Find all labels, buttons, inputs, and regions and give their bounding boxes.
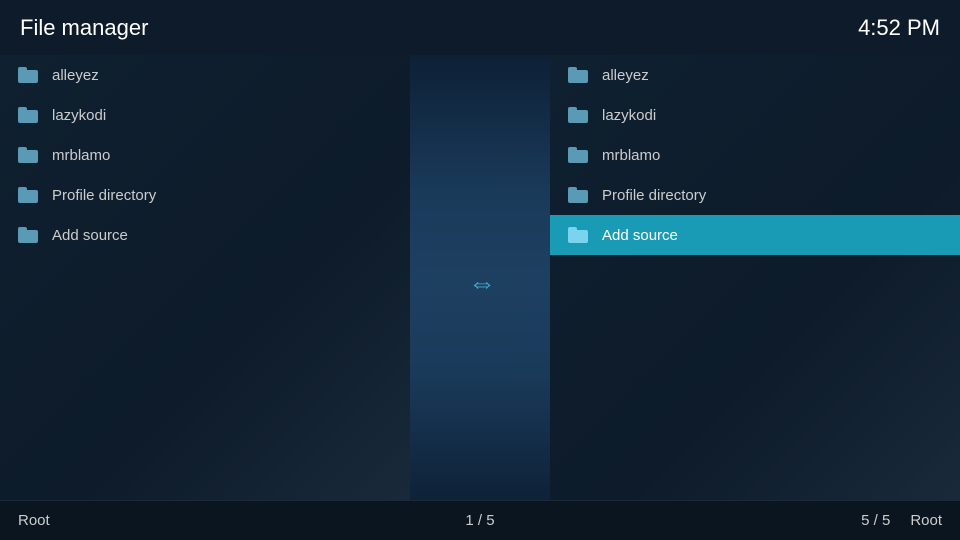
folder-icon (568, 107, 590, 123)
list-item[interactable]: alleyez (550, 55, 960, 95)
item-label: lazykodi (602, 107, 656, 124)
folder-icon (18, 227, 40, 243)
right-root-label: Root (910, 512, 942, 529)
clock: 4:52 PM (858, 15, 940, 41)
item-label: Profile directory (602, 187, 706, 204)
item-label: Add source (52, 227, 128, 244)
folder-icon (18, 187, 40, 203)
main-container: alleyez lazykodi mrblamo Profile directo… (0, 55, 960, 510)
list-item[interactable]: Profile directory (0, 175, 410, 215)
folder-icon (568, 67, 590, 83)
item-label: mrblamo (602, 147, 660, 164)
list-item[interactable]: lazykodi (550, 95, 960, 135)
item-label: alleyez (602, 67, 649, 84)
swap-icon: ⇔ (468, 267, 492, 299)
item-label: lazykodi (52, 107, 106, 124)
item-label: mrblamo (52, 147, 110, 164)
footer: Root 1 / 5 5 / 5 Root (0, 500, 960, 540)
right-page-count: 5 / 5 (861, 512, 890, 529)
item-label: Profile directory (52, 187, 156, 204)
left-page-count: 1 / 5 (465, 512, 494, 529)
item-label: alleyez (52, 67, 99, 84)
page-title: File manager (20, 15, 148, 41)
folder-icon (18, 107, 40, 123)
list-item[interactable]: mrblamo (0, 135, 410, 175)
footer-center: 1 / 5 (410, 512, 550, 529)
folder-icon (18, 147, 40, 163)
folder-icon (568, 187, 590, 203)
folder-icon (568, 227, 590, 243)
folder-icon (18, 67, 40, 83)
left-root-label: Root (18, 512, 50, 529)
folder-icon (568, 147, 590, 163)
list-item[interactable]: lazykodi (0, 95, 410, 135)
footer-right: 5 / 5 Root (550, 512, 960, 529)
right-panel: alleyez lazykodi mrblamo Profile directo… (550, 55, 960, 510)
footer-left: Root (0, 512, 410, 529)
header: File manager 4:52 PM (0, 0, 960, 55)
add-source-item[interactable]: Add source (550, 215, 960, 255)
list-item[interactable]: Profile directory (550, 175, 960, 215)
center-divider: ⇔ (410, 55, 550, 510)
list-item[interactable]: alleyez (0, 55, 410, 95)
list-item[interactable]: Add source (0, 215, 410, 255)
item-label: Add source (602, 227, 678, 244)
list-item[interactable]: mrblamo (550, 135, 960, 175)
left-panel: alleyez lazykodi mrblamo Profile directo… (0, 55, 410, 510)
